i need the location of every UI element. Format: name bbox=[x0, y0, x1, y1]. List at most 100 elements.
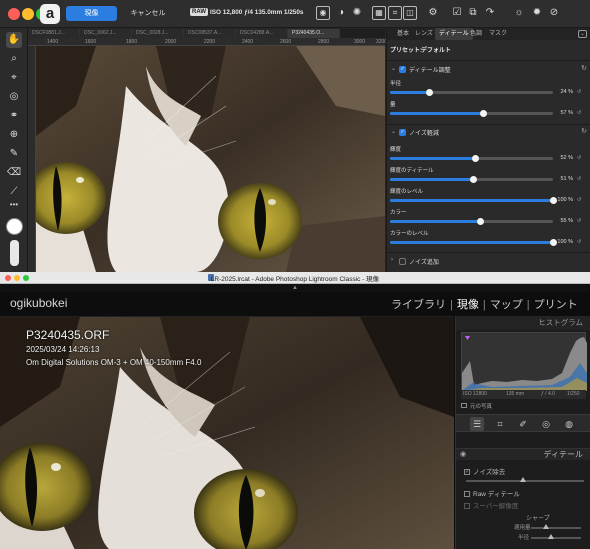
noise-reduction-row[interactable]: ✓ ノイズ除去 bbox=[464, 466, 505, 476]
gear-icon[interactable]: ⚙ bbox=[426, 6, 440, 20]
crop-tool-icon[interactable]: ⌖ bbox=[6, 70, 22, 86]
eye-icon[interactable]: ◉ bbox=[316, 6, 330, 20]
reset-icon[interactable]: ↺ bbox=[577, 155, 581, 161]
checkbox-icon[interactable] bbox=[464, 503, 470, 510]
original-photo-toggle[interactable]: 元の写真 bbox=[461, 402, 492, 410]
slider-knob[interactable] bbox=[476, 218, 484, 225]
super-resolution-row[interactable]: スーパー解像度 bbox=[464, 500, 518, 510]
luminance-detail-slider[interactable] bbox=[390, 176, 553, 183]
module-library[interactable]: ライブラリ bbox=[391, 299, 446, 311]
slider-knob[interactable] bbox=[550, 197, 557, 204]
file-tab[interactable]: DSC_0028.J... bbox=[132, 29, 184, 38]
checkbox-icon[interactable]: ☑ bbox=[450, 6, 464, 20]
healing-icon[interactable]: ✐ bbox=[516, 417, 530, 431]
chevron-down-icon[interactable]: ⌄ bbox=[391, 65, 396, 72]
detail-adjust-checkbox[interactable]: ✓ bbox=[399, 66, 406, 73]
preset-value[interactable]: デフォルト bbox=[421, 45, 451, 54]
slider-knob[interactable] bbox=[548, 534, 554, 539]
reset-icon[interactable]: ↺ bbox=[577, 89, 581, 95]
color-swatch[interactable] bbox=[6, 218, 23, 235]
checkbox-icon[interactable]: ✓ bbox=[464, 469, 470, 476]
tab-basic[interactable]: 基本 bbox=[397, 28, 409, 40]
masking-icon[interactable]: ◍ bbox=[562, 417, 576, 431]
reset-icon[interactable]: ↺ bbox=[577, 239, 581, 245]
brush-tool-icon[interactable]: ✎ bbox=[6, 146, 22, 162]
slider-knob[interactable] bbox=[479, 110, 487, 117]
module-print[interactable]: プリント bbox=[534, 299, 578, 311]
noise-reduction-checkbox[interactable]: ✓ bbox=[399, 129, 406, 136]
slider-knob[interactable] bbox=[550, 239, 557, 246]
module-map[interactable]: マップ bbox=[490, 299, 523, 311]
reset-icon[interactable]: ↻ bbox=[581, 127, 587, 135]
section-noise-reduction-header[interactable]: ⌄ ✓ ノイズ軽減 ↻ bbox=[387, 127, 590, 139]
develop-button[interactable]: 現像 bbox=[66, 6, 117, 21]
hand-tool-icon[interactable]: ✋ bbox=[6, 32, 22, 48]
reset-icon[interactable]: ↺ bbox=[577, 110, 581, 116]
amount-slider[interactable] bbox=[390, 110, 553, 117]
tab-detail[interactable]: ディテール bbox=[435, 28, 473, 40]
file-tab[interactable]: DSC04288.A... bbox=[236, 29, 288, 38]
radius-slider[interactable] bbox=[390, 89, 553, 96]
close-window-button[interactable] bbox=[8, 8, 20, 20]
zoom-tool-icon[interactable]: ⌕ bbox=[6, 51, 22, 67]
cancel-button[interactable]: キャンセル bbox=[127, 6, 169, 21]
slider-knob[interactable] bbox=[426, 89, 434, 96]
add-noise-checkbox[interactable] bbox=[399, 258, 406, 265]
reset-icon[interactable]: ↺ bbox=[577, 176, 581, 182]
raw-detail-row[interactable]: Raw ディテール bbox=[464, 488, 520, 498]
reset-icon[interactable]: ↺ bbox=[577, 197, 581, 203]
sliders-icon[interactable]: ☰ bbox=[470, 417, 484, 431]
patch-tool-icon[interactable]: ⊕ bbox=[6, 127, 22, 143]
section-add-noise-header[interactable]: › ノイズ追加 bbox=[387, 256, 590, 268]
file-tab-active[interactable]: P3240435.O... bbox=[288, 29, 340, 38]
reset-icon[interactable]: ↺ bbox=[577, 218, 581, 224]
redeye-tool-icon[interactable]: ◎ bbox=[6, 89, 22, 105]
tab-lens[interactable]: レンズ bbox=[415, 28, 433, 40]
tab-mask[interactable]: マスク bbox=[489, 28, 507, 40]
minimize-window-button[interactable] bbox=[22, 8, 34, 20]
sun-icon[interactable]: ✺ bbox=[350, 6, 364, 20]
file-tab[interactable]: DSC08537.A... bbox=[184, 29, 236, 38]
settings-icon[interactable]: ◫ bbox=[403, 6, 417, 20]
luminance-level-slider[interactable] bbox=[390, 197, 557, 204]
histogram[interactable] bbox=[461, 332, 587, 391]
sun-plus-icon[interactable]: ☼ bbox=[512, 6, 526, 20]
filter-tool-icon[interactable]: ⚭ bbox=[6, 108, 22, 124]
slider-knob[interactable] bbox=[543, 524, 549, 529]
luminance-slider[interactable] bbox=[390, 155, 553, 162]
compare-icon[interactable]: ◑ bbox=[334, 6, 348, 20]
detail-panel-header[interactable]: ◉ ディテール bbox=[456, 448, 590, 460]
histogram-header[interactable]: ヒストグラム bbox=[456, 316, 590, 330]
panel-menu-icon[interactable]: ⌄ bbox=[578, 30, 587, 38]
eraser-tool-icon[interactable]: ⌫ bbox=[6, 165, 22, 181]
slider-knob[interactable] bbox=[471, 155, 479, 162]
chevron-right-icon[interactable]: › bbox=[391, 257, 393, 263]
brush-size-slider[interactable] bbox=[10, 240, 19, 266]
color-level-slider[interactable] bbox=[390, 239, 557, 246]
straighten-tool-icon[interactable]: ⟋ bbox=[6, 184, 22, 200]
checkbox-icon[interactable] bbox=[461, 403, 467, 408]
slider-knob[interactable] bbox=[470, 176, 478, 183]
file-tab[interactable]: DSC_0062.J... bbox=[80, 29, 132, 38]
collapse-arrow-icon[interactable]: ▲ bbox=[0, 284, 590, 292]
eye-slash-icon[interactable]: ⊘ bbox=[547, 6, 561, 20]
crop-icon[interactable]: ⌗ bbox=[388, 6, 402, 20]
amount-slider[interactable] bbox=[531, 524, 581, 529]
transform-icon[interactable]: ⧉ bbox=[466, 6, 480, 20]
color-noise-slider[interactable] bbox=[390, 218, 553, 225]
more-tools-icon[interactable]: ••• bbox=[6, 201, 22, 210]
grid-icon[interactable]: ▦ bbox=[372, 6, 386, 20]
checkbox-icon[interactable] bbox=[464, 491, 470, 498]
slider-knob[interactable] bbox=[519, 477, 526, 482]
tab-color[interactable]: 色調 bbox=[470, 28, 482, 40]
radius-slider[interactable] bbox=[531, 534, 581, 539]
module-develop[interactable]: 現像 bbox=[457, 299, 479, 311]
chevron-down-icon[interactable]: ⌄ bbox=[391, 128, 396, 135]
redeye-icon[interactable]: ◎ bbox=[539, 417, 553, 431]
crop-icon[interactable]: ⌗ bbox=[493, 417, 507, 431]
photo-canvas[interactable] bbox=[36, 46, 385, 272]
sun-minus-icon[interactable]: ✹ bbox=[530, 6, 544, 20]
reset-icon[interactable]: ↻ bbox=[581, 64, 587, 72]
file-tab[interactable]: DSCF0881.J... bbox=[28, 29, 80, 38]
eye-icon[interactable]: ◉ bbox=[460, 449, 466, 461]
